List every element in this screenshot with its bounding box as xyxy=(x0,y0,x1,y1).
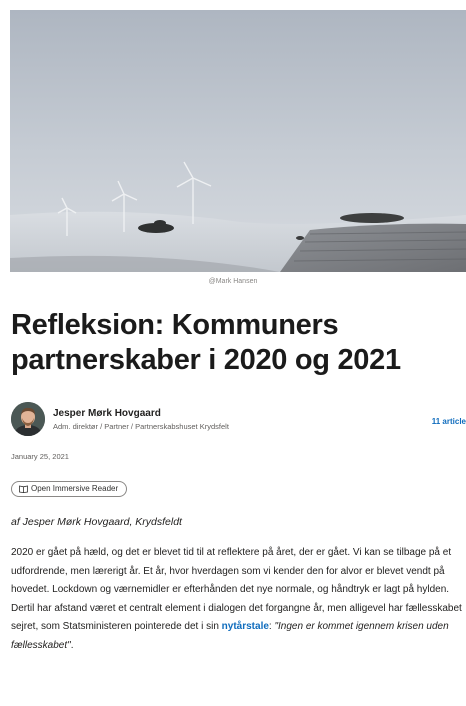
author-avatar[interactable] xyxy=(11,402,45,436)
article-body: 2020 er gået på hæld, og det er blevet t… xyxy=(11,544,466,656)
photo-credit: @Mark Hansen xyxy=(208,278,258,285)
hero-photo xyxy=(10,10,466,272)
author-role: Adm. direktør / Partner / Partnerskabshu… xyxy=(53,422,229,431)
avatar-photo xyxy=(11,402,45,436)
article-page: @Mark Hansen Refleksion: Kommuners partn… xyxy=(0,0,466,706)
author-row: Jesper Mørk Hovgaard Adm. direktør / Par… xyxy=(11,402,466,446)
nytarstale-link[interactable]: nytårstale xyxy=(222,621,269,632)
article-byline: af Jesper Mørk Hovgaard, Krydsfeldt xyxy=(11,516,182,528)
article-title: Refleksion: Kommuners partnerskaber i 20… xyxy=(11,309,401,376)
author-articles-link[interactable]: 11 article xyxy=(432,417,466,426)
book-icon xyxy=(19,485,28,493)
body-paragraph-text: 2020 er gået på hæld, og det er blevet t… xyxy=(11,547,462,633)
hero-image xyxy=(10,10,466,272)
immersive-reader-label: Open Immersive Reader xyxy=(31,484,119,493)
immersive-reader-button[interactable]: Open Immersive Reader xyxy=(11,481,128,497)
publish-date: January 25, 2021 xyxy=(11,452,69,461)
body-end: . xyxy=(70,639,74,651)
author-name[interactable]: Jesper Mørk Hovgaard xyxy=(53,408,161,419)
